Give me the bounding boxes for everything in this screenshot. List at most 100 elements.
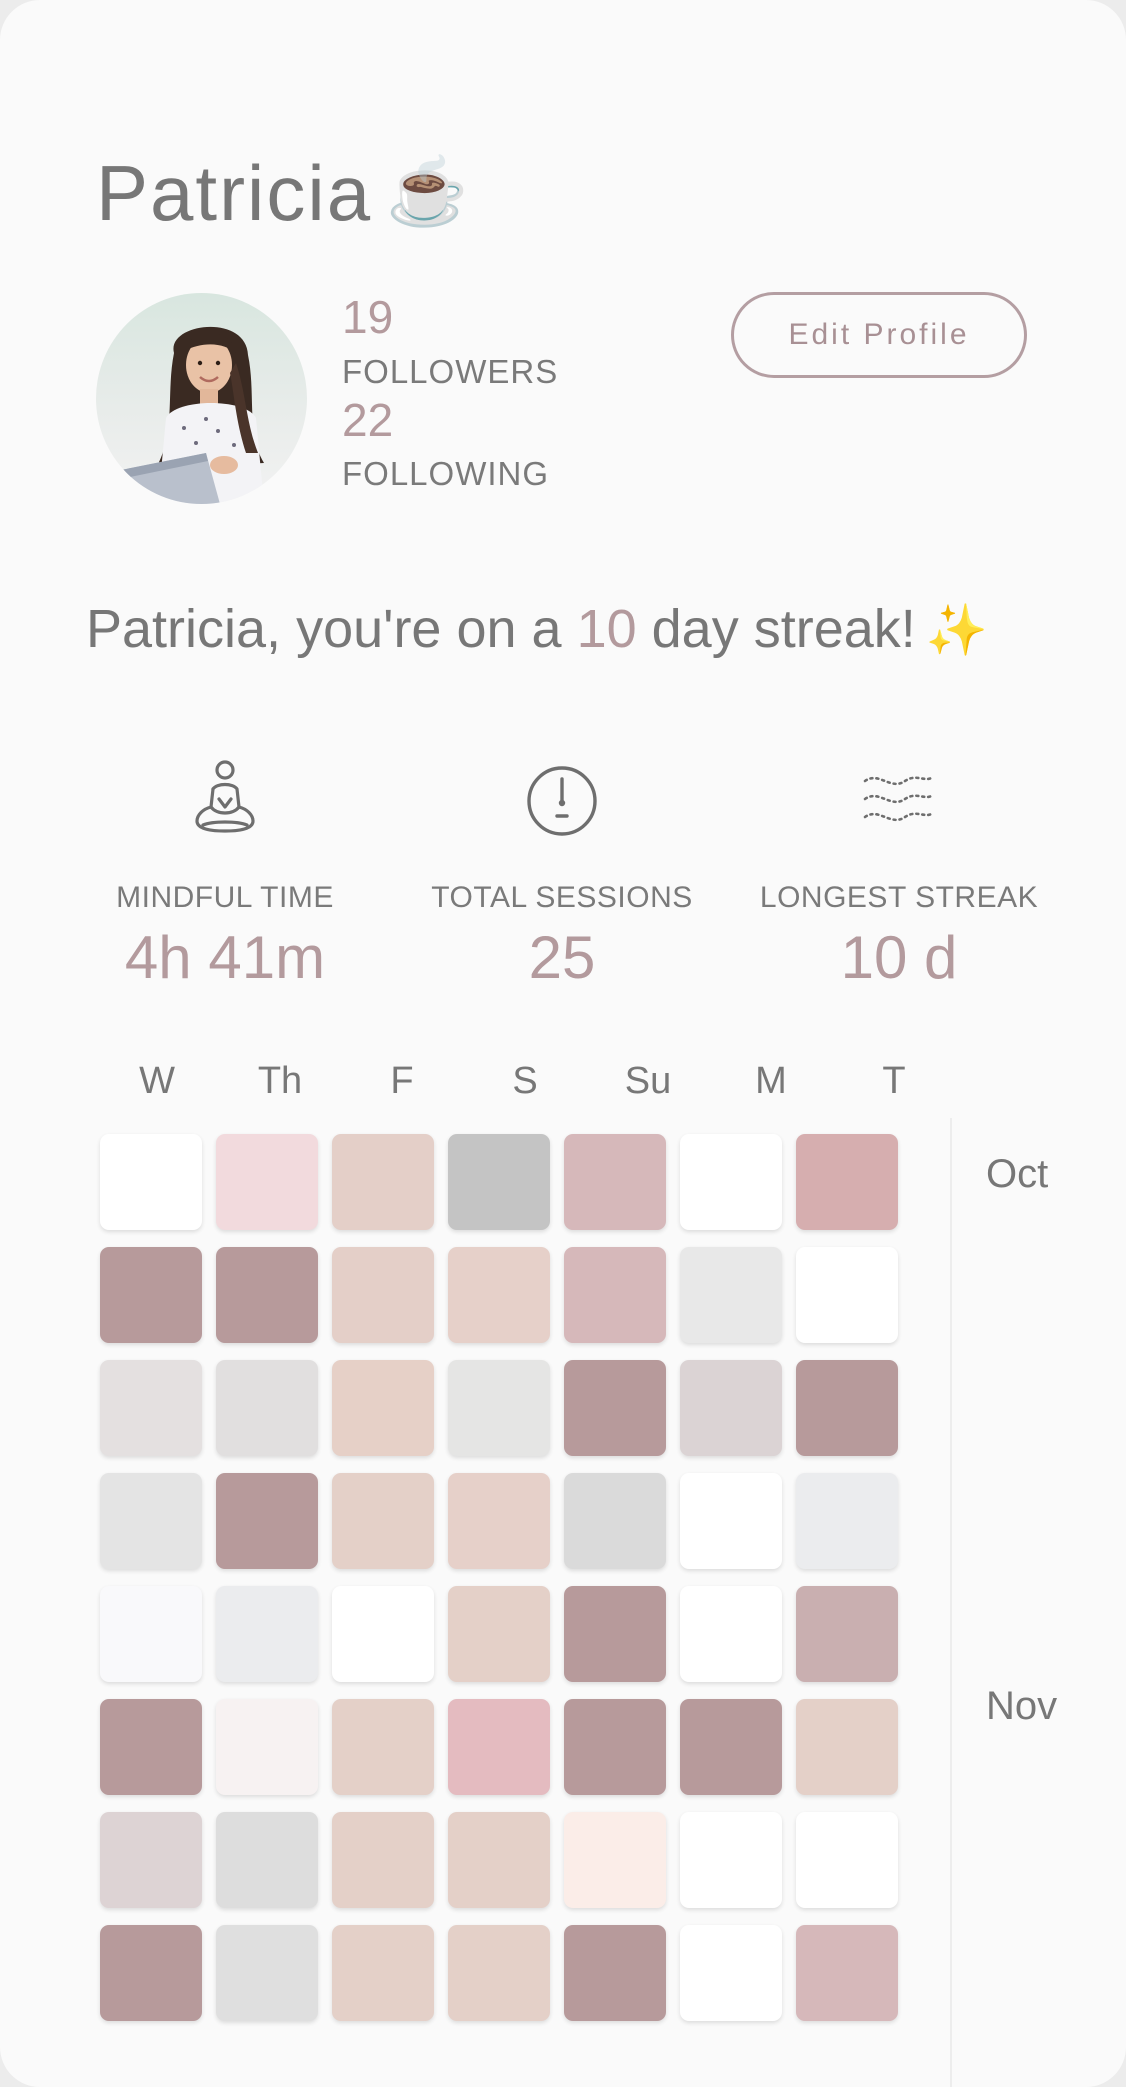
profile-card: Patricia ☕ 19 FOLLOWERS 22 FOLLOWING Edi… bbox=[0, 0, 1126, 2087]
calendar-day-cell[interactable] bbox=[332, 1473, 434, 1569]
calendar-day-cell[interactable] bbox=[448, 1699, 550, 1795]
calendar-day-cell[interactable] bbox=[796, 1473, 898, 1569]
calendar-day-cell[interactable] bbox=[564, 1473, 666, 1569]
followers-count[interactable]: 19 bbox=[342, 290, 393, 344]
calendar-day-cell[interactable] bbox=[100, 1360, 202, 1456]
calendar-day-cell[interactable] bbox=[448, 1925, 550, 2021]
calendar-day-cell[interactable] bbox=[796, 1360, 898, 1456]
metric-longest-streak: LONGEST STREAK 10 d bbox=[734, 755, 1064, 992]
calendar-day-cell[interactable] bbox=[216, 1586, 318, 1682]
profile-name: Patricia ☕ bbox=[96, 148, 470, 239]
day-header-fri: F bbox=[390, 1060, 414, 1102]
calendar-day-cell[interactable] bbox=[332, 1134, 434, 1230]
calendar-day-cell[interactable] bbox=[680, 1812, 782, 1908]
calendar-day-cell[interactable] bbox=[216, 1134, 318, 1230]
calendar-day-cell[interactable] bbox=[100, 1812, 202, 1908]
avatar-photo bbox=[116, 326, 264, 504]
calendar-week-row bbox=[100, 1360, 900, 1456]
calendar-day-cell[interactable] bbox=[100, 1134, 202, 1230]
calendar-day-cell[interactable] bbox=[680, 1134, 782, 1230]
calendar-day-cell[interactable] bbox=[448, 1473, 550, 1569]
month-divider bbox=[950, 1118, 952, 2087]
calendar-day-cell[interactable] bbox=[332, 1699, 434, 1795]
metric-value: 10 d bbox=[840, 924, 958, 991]
avatar[interactable] bbox=[96, 293, 307, 504]
metric-total-sessions: TOTAL SESSIONS 25 bbox=[397, 755, 727, 992]
calendar-day-cell[interactable] bbox=[796, 1134, 898, 1230]
calendar-day-cell[interactable] bbox=[448, 1134, 550, 1230]
calendar-week-row bbox=[100, 1699, 900, 1795]
calendar-day-cell[interactable] bbox=[680, 1247, 782, 1343]
calendar-day-cell[interactable] bbox=[216, 1473, 318, 1569]
calendar-day-cell[interactable] bbox=[564, 1586, 666, 1682]
edit-profile-button[interactable]: Edit Profile bbox=[731, 292, 1027, 378]
following-label[interactable]: FOLLOWING bbox=[342, 455, 549, 493]
month-label-nov: Nov bbox=[986, 1684, 1058, 1728]
calendar-day-cell[interactable] bbox=[332, 1925, 434, 2021]
calendar-day-cell[interactable] bbox=[796, 1586, 898, 1682]
activity-calendar bbox=[100, 1134, 900, 2038]
calendar-week-row bbox=[100, 1586, 900, 1682]
day-header-thu: Th bbox=[257, 1060, 303, 1102]
calendar-day-cell[interactable] bbox=[796, 1925, 898, 2021]
coffee-icon: ☕ bbox=[386, 154, 471, 228]
day-header-wed: W bbox=[139, 1060, 175, 1102]
day-header-mon: M bbox=[755, 1060, 787, 1102]
calendar-day-cell[interactable] bbox=[448, 1812, 550, 1908]
sparkles-icon: ✨ bbox=[925, 602, 989, 658]
calendar-day-cell[interactable] bbox=[216, 1247, 318, 1343]
calendar-day-cell[interactable] bbox=[216, 1360, 318, 1456]
calendar-day-cell[interactable] bbox=[564, 1699, 666, 1795]
streak-days: 10 bbox=[576, 599, 637, 659]
clock-icon bbox=[397, 755, 727, 847]
calendar-day-cell[interactable] bbox=[100, 1247, 202, 1343]
calendar-day-cell[interactable] bbox=[564, 1134, 666, 1230]
calendar-day-cell[interactable] bbox=[680, 1699, 782, 1795]
month-label-oct: Oct bbox=[986, 1152, 1049, 1196]
calendar-day-cell[interactable] bbox=[100, 1586, 202, 1682]
calendar-day-cell[interactable] bbox=[680, 1473, 782, 1569]
calendar-week-row bbox=[100, 1925, 900, 2021]
following-count[interactable]: 22 bbox=[342, 393, 393, 447]
profile-name-text: Patricia bbox=[96, 149, 373, 237]
day-header-sat: S bbox=[512, 1060, 538, 1102]
calendar-week-row bbox=[100, 1473, 900, 1569]
metric-label: LONGEST STREAK bbox=[759, 881, 1039, 914]
calendar-day-cell[interactable] bbox=[332, 1360, 434, 1456]
calendar-day-cell[interactable] bbox=[680, 1360, 782, 1456]
calendar-day-cell[interactable] bbox=[216, 1699, 318, 1795]
metric-value: 25 bbox=[528, 924, 596, 991]
metric-mindful-time: MINDFUL TIME 4h 41m bbox=[60, 755, 390, 992]
calendar-day-cell[interactable] bbox=[796, 1812, 898, 1908]
calendar-day-cell[interactable] bbox=[680, 1925, 782, 2021]
calendar-day-cell[interactable] bbox=[448, 1360, 550, 1456]
calendar-day-cell[interactable] bbox=[100, 1699, 202, 1795]
calendar-day-cell[interactable] bbox=[216, 1812, 318, 1908]
metric-value: 4h 41m bbox=[124, 924, 326, 991]
calendar-day-cell[interactable] bbox=[680, 1586, 782, 1682]
day-header-tue: T bbox=[882, 1060, 906, 1102]
waves-icon bbox=[734, 755, 1064, 847]
day-header-sun: Su bbox=[624, 1060, 672, 1102]
metric-label: TOTAL SESSIONS bbox=[431, 881, 693, 914]
calendar-day-cell[interactable] bbox=[448, 1247, 550, 1343]
calendar-day-cell[interactable] bbox=[564, 1812, 666, 1908]
calendar-day-cell[interactable] bbox=[448, 1586, 550, 1682]
calendar-day-cell[interactable] bbox=[332, 1247, 434, 1343]
streak-prefix: Patricia, you're on a bbox=[86, 599, 577, 659]
calendar-week-row bbox=[100, 1812, 900, 1908]
calendar-day-cell[interactable] bbox=[100, 1473, 202, 1569]
calendar-week-row bbox=[100, 1134, 900, 1230]
calendar-day-cell[interactable] bbox=[332, 1812, 434, 1908]
calendar-day-cell[interactable] bbox=[564, 1247, 666, 1343]
calendar-day-cell[interactable] bbox=[796, 1247, 898, 1343]
calendar-day-cell[interactable] bbox=[332, 1586, 434, 1682]
calendar-day-cell[interactable] bbox=[100, 1925, 202, 2021]
followers-label[interactable]: FOLLOWERS bbox=[342, 353, 558, 391]
calendar-day-cell[interactable] bbox=[564, 1360, 666, 1456]
calendar-day-cell[interactable] bbox=[564, 1925, 666, 2021]
calendar-day-cell[interactable] bbox=[216, 1925, 318, 2021]
calendar-day-cell[interactable] bbox=[796, 1699, 898, 1795]
meditation-icon bbox=[60, 755, 390, 847]
streak-message: Patricia, you're on a 10 day streak! ✨ bbox=[86, 598, 988, 660]
